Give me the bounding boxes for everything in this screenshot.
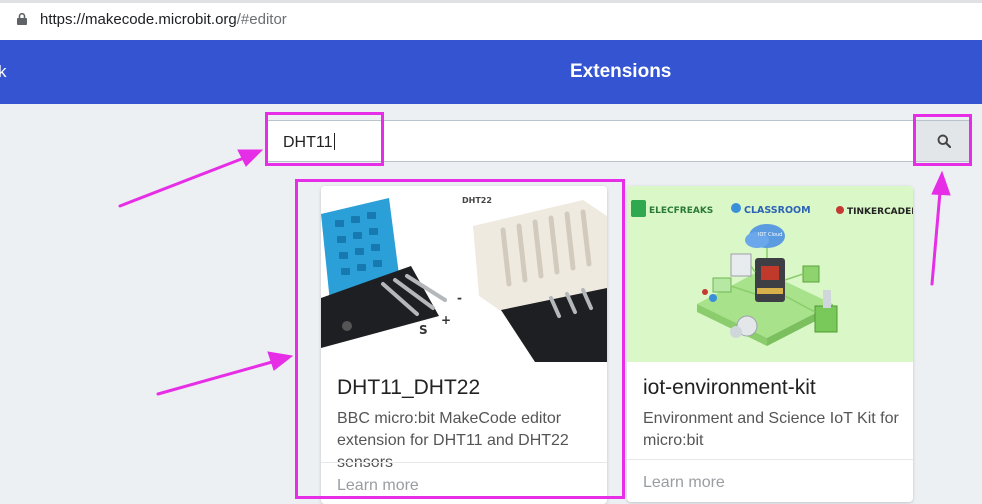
arrow-to-card (156, 360, 274, 396)
arrowhead-search-input (237, 149, 264, 167)
arrow-to-search-button (930, 190, 942, 286)
arrow-to-search-input (118, 156, 246, 208)
arrowhead-search-button (931, 170, 951, 196)
arrowhead-card (267, 351, 294, 371)
annotation-arrows (118, 149, 951, 396)
